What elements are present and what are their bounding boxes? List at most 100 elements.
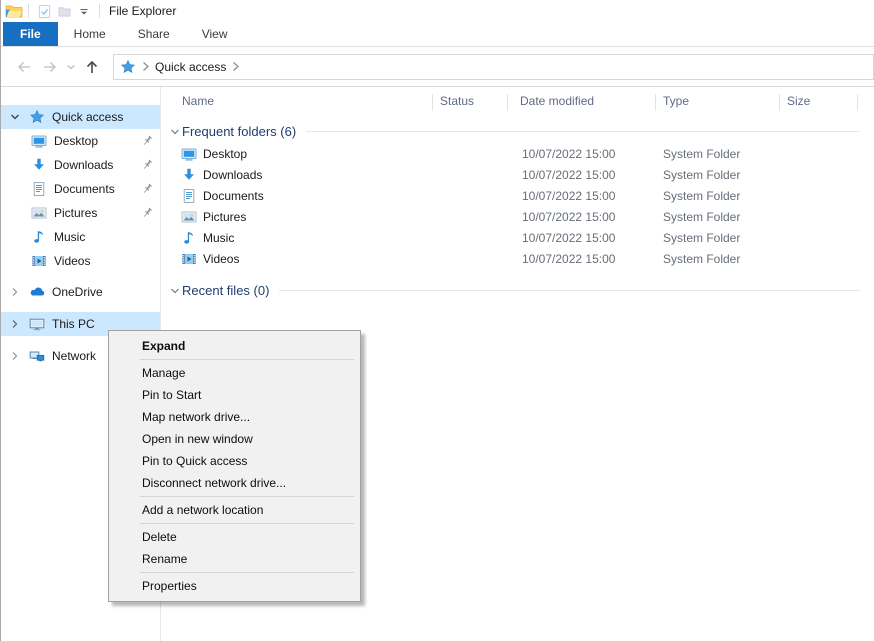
group-header-recent-files[interactable]: Recent files (0) <box>161 281 874 300</box>
documents-icon <box>181 188 197 204</box>
file-row-music[interactable]: Music 10/07/2022 15:00 System Folder <box>161 228 874 249</box>
downloads-icon <box>31 157 47 173</box>
column-divider[interactable] <box>857 94 858 111</box>
group-title: Recent files (0) <box>182 283 269 298</box>
chevron-right-icon[interactable] <box>8 318 22 330</box>
file-explorer-folder-icon <box>5 3 23 19</box>
sidebar-item-label: Downloads <box>54 158 113 172</box>
tab-file[interactable]: File <box>3 22 58 46</box>
file-name: Documents <box>203 189 264 203</box>
up-icon <box>83 58 101 76</box>
chevron-right-icon[interactable] <box>8 286 22 298</box>
sidebar-item-onedrive[interactable]: OneDrive <box>1 280 160 304</box>
qat-customize-button[interactable] <box>75 2 93 20</box>
menu-separator <box>140 523 354 524</box>
group-rule <box>279 290 860 291</box>
address-bar[interactable]: Quick access <box>113 54 874 80</box>
file-row-downloads[interactable]: Downloads 10/07/2022 15:00 System Folder <box>161 165 874 186</box>
column-divider[interactable] <box>432 94 433 111</box>
group-rule <box>306 131 860 132</box>
column-header-date-modified[interactable]: Date modified <box>520 94 594 108</box>
chevron-down-icon[interactable] <box>168 126 182 138</box>
file-row-desktop[interactable]: Desktop 10/07/2022 15:00 System Folder <box>161 144 874 165</box>
music-icon <box>181 230 197 246</box>
breadcrumb-chevron-icon[interactable] <box>231 61 240 72</box>
file-name: Videos <box>203 252 239 266</box>
sidebar-item-documents[interactable]: Documents <box>1 177 160 201</box>
column-header-row: Name Status Date modified Type Size <box>161 90 874 114</box>
menu-item-disconnect-network-drive[interactable]: Disconnect network drive... <box>109 472 360 494</box>
breadcrumb-chevron-icon[interactable] <box>141 61 150 72</box>
forward-button[interactable] <box>37 54 63 80</box>
column-divider[interactable] <box>779 94 780 111</box>
chevron-right-icon[interactable] <box>8 350 22 362</box>
properties-check-icon <box>37 4 52 19</box>
new-folder-icon <box>57 4 72 18</box>
sidebar-item-music[interactable]: Music <box>1 225 160 249</box>
menu-item-manage[interactable]: Manage <box>109 362 360 384</box>
back-button[interactable] <box>11 54 37 80</box>
videos-icon <box>181 251 197 267</box>
forward-icon <box>41 58 59 76</box>
group-title: Frequent folders (6) <box>182 124 296 139</box>
tab-share[interactable]: Share <box>122 22 186 46</box>
menu-item-properties[interactable]: Properties <box>109 575 360 597</box>
sidebar-item-label: Quick access <box>52 110 123 124</box>
up-button[interactable] <box>79 54 105 80</box>
file-date-modified: 10/07/2022 15:00 <box>522 210 615 224</box>
column-divider[interactable] <box>507 94 508 111</box>
menu-item-delete[interactable]: Delete <box>109 526 360 548</box>
sidebar-item-quick-access[interactable]: Quick access <box>1 105 160 129</box>
sidebar-item-label: OneDrive <box>52 285 103 299</box>
file-row-videos[interactable]: Videos 10/07/2022 15:00 System Folder <box>161 249 874 270</box>
chevron-down-icon[interactable] <box>168 285 182 297</box>
menu-item-expand[interactable]: Expand <box>109 335 360 357</box>
column-header-type[interactable]: Type <box>663 94 689 108</box>
qat-properties-button[interactable] <box>35 2 53 20</box>
qat-dropdown-icon <box>78 5 90 17</box>
window-title: File Explorer <box>109 4 176 18</box>
breadcrumb-quick-access[interactable]: Quick access <box>155 60 226 74</box>
desktop-icon <box>181 146 197 162</box>
column-header-name[interactable]: Name <box>182 94 214 108</box>
menu-item-map-network-drive[interactable]: Map network drive... <box>109 406 360 428</box>
menu-item-open-in-new-window[interactable]: Open in new window <box>109 428 360 450</box>
menu-item-pin-to-start[interactable]: Pin to Start <box>109 384 360 406</box>
chevron-down-icon[interactable] <box>8 111 22 123</box>
documents-icon <box>31 181 47 197</box>
tab-home[interactable]: Home <box>58 22 122 46</box>
tab-view[interactable]: View <box>186 22 244 46</box>
sidebar-item-pictures[interactable]: Pictures <box>1 201 160 225</box>
sidebar-item-desktop[interactable]: Desktop <box>1 129 160 153</box>
file-date-modified: 10/07/2022 15:00 <box>522 168 615 182</box>
sidebar-item-label: This PC <box>52 317 95 331</box>
file-type: System Folder <box>663 189 740 203</box>
column-header-status[interactable]: Status <box>440 94 474 108</box>
downloads-icon <box>181 167 197 183</box>
file-name: Music <box>203 231 234 245</box>
navigation-bar: Quick access <box>1 47 874 87</box>
file-type: System Folder <box>663 210 740 224</box>
menu-separator <box>140 496 354 497</box>
qat-new-folder-button[interactable] <box>55 2 73 20</box>
sidebar-item-videos[interactable]: Videos <box>1 249 160 273</box>
column-divider[interactable] <box>655 94 656 111</box>
group-header-frequent-folders[interactable]: Frequent folders (6) <box>161 122 874 141</box>
menu-separator <box>140 359 354 360</box>
menu-item-rename[interactable]: Rename <box>109 548 360 570</box>
file-type: System Folder <box>663 231 740 245</box>
file-type: System Folder <box>663 252 740 266</box>
desktop-icon <box>31 133 47 149</box>
column-header-size[interactable]: Size <box>787 94 810 108</box>
back-icon <box>15 58 33 76</box>
file-name: Downloads <box>203 168 262 182</box>
music-icon <box>31 229 47 245</box>
sidebar-item-label: Documents <box>54 182 115 196</box>
sidebar-item-downloads[interactable]: Downloads <box>1 153 160 177</box>
divider <box>28 4 29 18</box>
history-dropdown-button[interactable] <box>63 54 79 80</box>
file-row-pictures[interactable]: Pictures 10/07/2022 15:00 System Folder <box>161 207 874 228</box>
menu-item-pin-to-quick-access[interactable]: Pin to Quick access <box>109 450 360 472</box>
file-row-documents[interactable]: Documents 10/07/2022 15:00 System Folder <box>161 186 874 207</box>
menu-item-add-network-location[interactable]: Add a network location <box>109 499 360 521</box>
